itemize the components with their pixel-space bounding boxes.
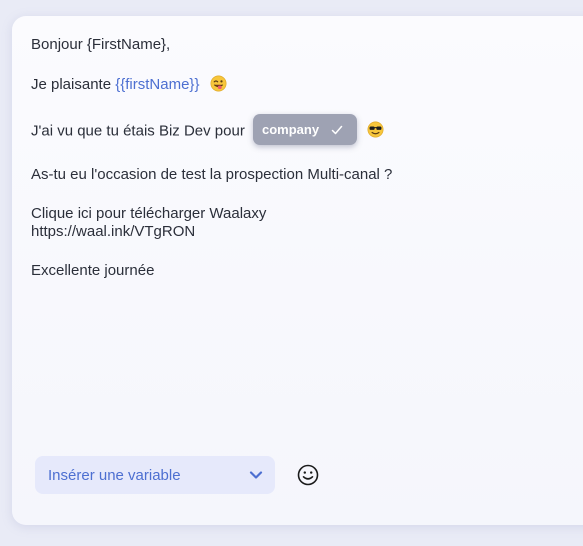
insert-variable-label: Insérer une variable <box>48 466 181 484</box>
line-joke: Je plaisante {{firstName}} <box>31 75 227 94</box>
smiley-icon[interactable] <box>297 464 319 486</box>
line-bizdev: J'ai vu que tu étais Biz Dev pour compan… <box>31 114 384 147</box>
sunglasses-face-icon <box>367 121 384 138</box>
line-download: Clique ici pour télécharger Waalaxy <box>31 205 266 223</box>
line-download-text: Clique ici pour télécharger Waalaxy <box>31 205 267 222</box>
chip-label: company <box>261 121 320 137</box>
firstname-variable-token[interactable]: {{firstName}} <box>115 76 199 93</box>
signoff-text: Excellente journée <box>31 262 155 279</box>
check-icon[interactable] <box>331 124 343 136</box>
line-question-text: As-tu eu l'occasion de test la prospecti… <box>31 166 393 183</box>
line-question: As-tu eu l'occasion de test la prospecti… <box>31 166 392 184</box>
line-signoff: Excellente journée <box>31 262 154 280</box>
download-url: https://waal.ink/VTgRON <box>31 223 196 240</box>
winking-tongue-face-icon <box>210 75 227 92</box>
editor-toolbar: Insérer une variable <box>35 456 583 494</box>
insert-variable-dropdown[interactable]: Insérer une variable <box>35 456 275 494</box>
greeting-line: Bonjour {FirstName}, <box>31 36 170 54</box>
chevron-down-icon <box>249 471 263 479</box>
company-variable-chip[interactable]: company <box>252 114 358 145</box>
message-editor-card: Bonjour {FirstName}, Je plaisante {{firs… <box>12 16 583 525</box>
line-joke-text: Je plaisante <box>31 76 116 93</box>
line-bizdev-text: J'ai vu que tu étais Biz Dev pour <box>31 122 245 140</box>
greeting-text: Bonjour {FirstName}, <box>31 36 171 53</box>
line-url: https://waal.ink/VTgRON <box>31 223 195 241</box>
